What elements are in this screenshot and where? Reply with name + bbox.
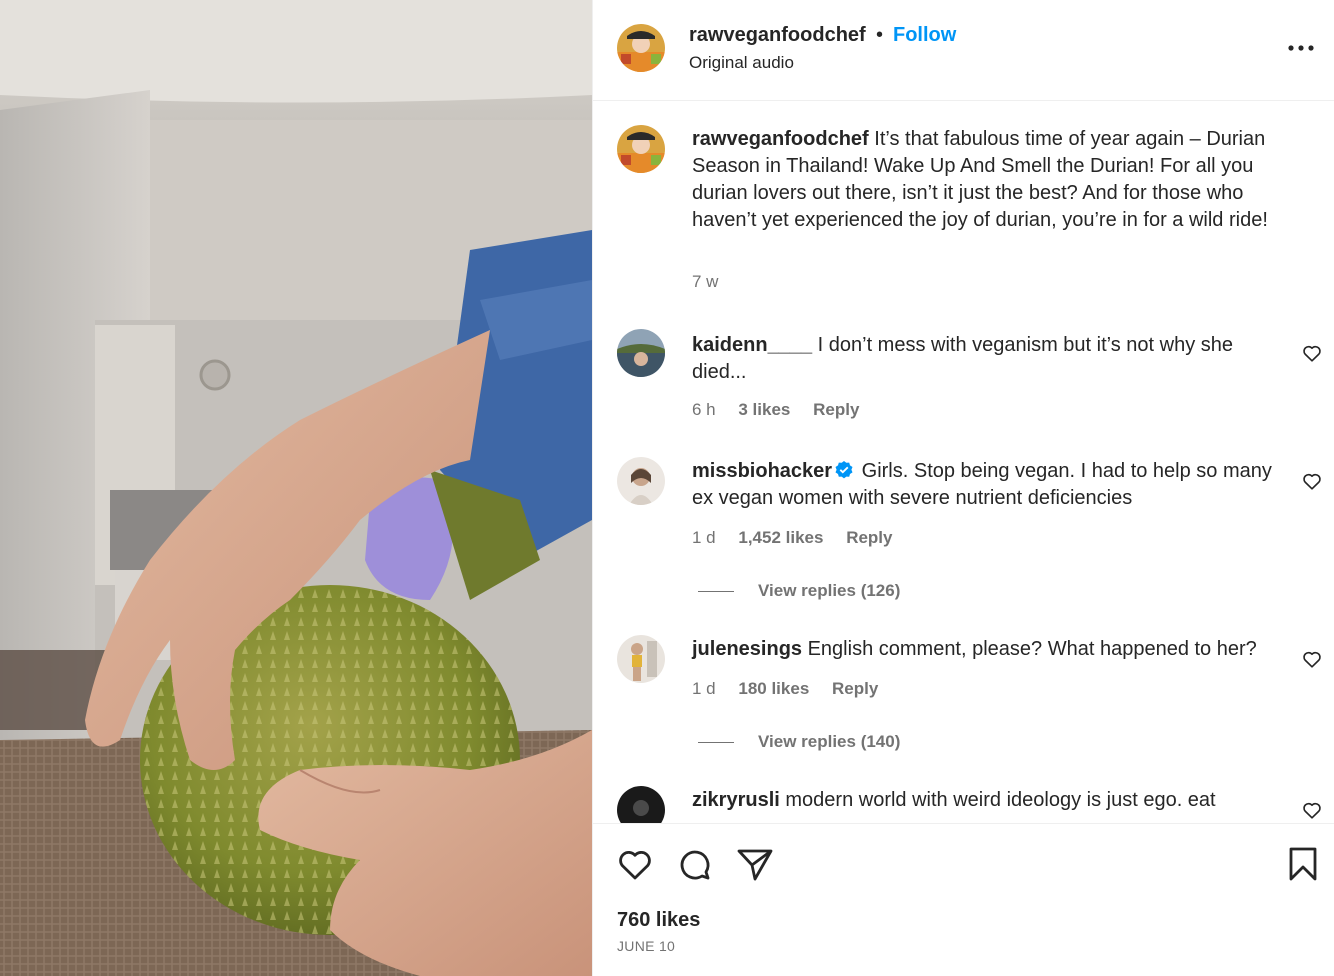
more-options-icon[interactable] <box>1283 36 1319 60</box>
reply-button[interactable]: Reply <box>832 679 878 698</box>
comment-item: missbiohacker Girls. Stop being vegan. I… <box>593 457 1334 607</box>
comment-meta: 6 h 3 likes Reply <box>692 400 877 420</box>
comment-text: julenesings English comment, please? Wha… <box>692 636 1282 663</box>
view-replies-label: View replies (140) <box>758 732 901 751</box>
comment-age[interactable]: 1 d <box>692 679 716 698</box>
verified-badge-icon <box>834 460 854 480</box>
view-replies-label: View replies (126) <box>758 581 901 600</box>
comment-username[interactable]: zikryrusli <box>692 789 780 811</box>
post-video[interactable] <box>0 0 592 976</box>
commenter-avatar[interactable] <box>617 329 665 377</box>
replies-divider <box>698 742 734 744</box>
comment-username[interactable]: missbiohacker <box>692 460 832 482</box>
caption-username[interactable]: rawveganfoodchef <box>692 128 869 150</box>
comment-item: zikryrusli modern world with weird ideol… <box>593 786 1334 823</box>
view-replies-button[interactable]: View replies (126) <box>698 581 900 601</box>
share-icon[interactable] <box>735 844 775 884</box>
comments-list[interactable]: rawveganfoodchef It’s that fabulous time… <box>593 101 1334 823</box>
replies-divider <box>698 591 734 593</box>
comment-meta: 1 d 180 likes Reply <box>692 679 896 699</box>
video-frame-illustration <box>0 0 592 976</box>
comment-username[interactable]: kaidenn____ <box>692 334 812 356</box>
reply-button[interactable]: Reply <box>813 400 859 419</box>
follow-button[interactable]: Follow <box>893 24 956 47</box>
caption-text: rawveganfoodchef It’s that fabulous time… <box>692 126 1282 234</box>
post-header: rawveganfoodchef • Follow Original audio <box>593 0 1334 101</box>
comment-age[interactable]: 1 d <box>692 528 716 547</box>
comment-likes[interactable]: 1,452 likes <box>738 528 823 547</box>
caption-age[interactable]: 7 w <box>692 272 718 291</box>
commenter-avatar[interactable] <box>617 457 665 505</box>
comment-body: English comment, please? What happened t… <box>807 638 1257 660</box>
reply-button[interactable]: Reply <box>846 528 892 547</box>
comment-text: kaidenn____ I don’t mess with veganism b… <box>692 332 1282 386</box>
audio-label[interactable]: Original audio <box>689 53 794 73</box>
comment-body: modern world with weird ideology is just… <box>785 789 1216 811</box>
comment-meta: 1 d 1,452 likes Reply <box>692 528 910 548</box>
comment-icon[interactable] <box>675 844 715 884</box>
heart-icon[interactable] <box>615 844 655 884</box>
author-avatar[interactable] <box>617 24 665 72</box>
heart-icon[interactable] <box>1301 799 1323 821</box>
author-username[interactable]: rawveganfoodchef <box>689 24 866 47</box>
comment-item: julenesings English comment, please? Wha… <box>593 635 1334 785</box>
post-caption: rawveganfoodchef It’s that fabulous time… <box>593 125 1334 305</box>
view-replies-button[interactable]: View replies (140) <box>698 732 900 752</box>
comment-item: kaidenn____ I don’t mess with veganism b… <box>593 329 1334 429</box>
commenter-avatar[interactable] <box>617 635 665 683</box>
post-actions: 760 likes JUNE 10 <box>593 823 1334 976</box>
heart-icon[interactable] <box>1301 470 1323 492</box>
commenter-avatar[interactable] <box>617 786 665 823</box>
author-avatar[interactable] <box>617 125 665 173</box>
comment-text: zikryrusli modern world with weird ideol… <box>692 787 1282 814</box>
heart-icon[interactable] <box>1301 342 1323 364</box>
bookmark-icon[interactable] <box>1283 844 1323 884</box>
comment-text: missbiohacker Girls. Stop being vegan. I… <box>692 458 1282 512</box>
heart-icon[interactable] <box>1301 648 1323 670</box>
comment-likes[interactable]: 3 likes <box>738 400 790 419</box>
caption-meta: 7 w <box>692 272 736 292</box>
post-details-panel: rawveganfoodchef • Follow Original audio <box>592 0 1334 976</box>
separator-dot: • <box>876 24 884 46</box>
comment-username[interactable]: julenesings <box>692 638 802 660</box>
post-date[interactable]: JUNE 10 <box>617 938 675 954</box>
post-likes-count[interactable]: 760 likes <box>617 909 700 932</box>
comment-age[interactable]: 6 h <box>692 400 716 419</box>
comment-likes[interactable]: 180 likes <box>738 679 809 698</box>
